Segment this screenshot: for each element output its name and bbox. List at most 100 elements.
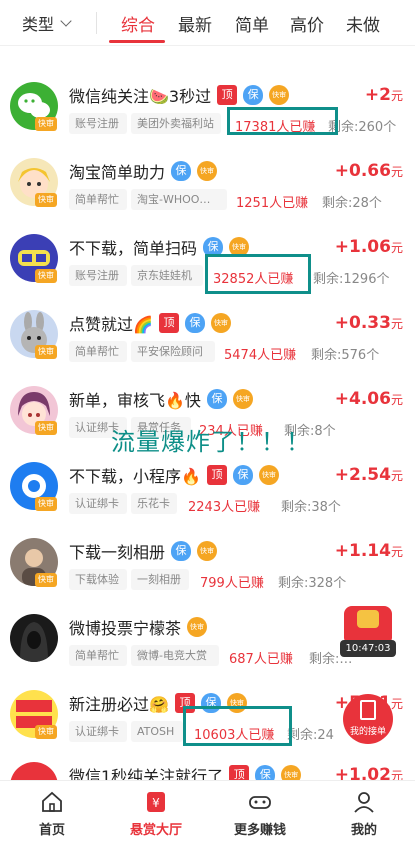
- merchant-tag: 一刻相册: [131, 569, 189, 590]
- price-unit: 元: [390, 469, 403, 483]
- type-filter-label: 类型: [22, 15, 55, 34]
- fast-review-tag: 快审: [35, 421, 57, 435]
- guarantee-badge: 保: [206, 389, 227, 409]
- tab-comprehensive[interactable]: 综合: [121, 11, 155, 36]
- active-tab-indicator: [109, 40, 165, 43]
- earned-count: 5474人已赚: [224, 348, 297, 363]
- price-unit: 元: [390, 393, 403, 407]
- merchant-tag: 微博-电竞大赏: [131, 645, 219, 666]
- reward-price: +1.06元: [335, 237, 403, 257]
- price-value: +1.06: [334, 237, 391, 257]
- top-badge: 顶: [206, 465, 227, 485]
- task-row[interactable]: 快审 下载一刻相册 保 快审 下载体验 一刻相册 799人已赚 剩余:328个 …: [0, 528, 415, 604]
- remaining-count: 剩余:24: [287, 728, 334, 743]
- reward-price: +1.14元: [335, 541, 403, 561]
- merchant-tag: 平安保险顾问: [131, 341, 215, 362]
- guarantee-badge: 保: [171, 161, 192, 181]
- task-title: 淘宝简单助力 保 快审: [69, 159, 218, 183]
- category-tag: 简单帮忙: [69, 341, 127, 362]
- fast-review-tag: 快审: [35, 193, 57, 207]
- coin-icon: [357, 610, 379, 628]
- guarantee-badge: 保: [232, 465, 253, 485]
- fast-review-badge: 快审: [210, 313, 231, 333]
- merchant-tag: ATOSH: [131, 721, 183, 742]
- fast-review-badge: 快审: [269, 85, 290, 105]
- merchant-tag: 乐花卡: [131, 493, 177, 514]
- price-value: +2.54: [334, 465, 391, 485]
- reward-price: +0.33元: [335, 313, 403, 333]
- nav-mine[interactable]: 我的: [312, 781, 415, 841]
- guarantee-badge: 保: [171, 541, 192, 561]
- nav-reward-hall[interactable]: ¥ 悬赏大厅: [104, 781, 208, 841]
- task-title: 点赞就过🌈 顶 保 快审: [69, 311, 231, 335]
- task-title: 不下载，小程序🔥 顶 保 快审: [69, 463, 279, 487]
- fast-review-tag: 快审: [35, 345, 57, 359]
- task-row[interactable]: 快审 微信纯关注🍉3秒过 顶 保 快审 账号注册 美团外卖福利站 17381人已…: [0, 72, 415, 148]
- task-title-text: 新单，审核飞🔥快: [69, 391, 201, 410]
- task-title-text: 微信纯关注🍉3秒过: [69, 87, 212, 106]
- home-icon: [42, 791, 62, 812]
- fast-review-badge: 快审: [232, 389, 253, 409]
- price-unit: 元: [390, 545, 403, 559]
- annotation-text: 流量爆炸了！！！: [111, 428, 311, 456]
- price-value: +1.14: [334, 541, 391, 561]
- task-title: 微博投票宁檬茶 快审: [69, 615, 208, 639]
- task-title-text: 点赞就过🌈: [69, 315, 153, 334]
- highlight-box: [227, 107, 338, 135]
- nav-reward-hall-label: 悬赏大厅: [129, 823, 182, 838]
- task-title-text: 新注册必过🤗: [69, 695, 169, 714]
- tab-high-price[interactable]: 高价: [290, 11, 324, 36]
- merchant-tag: 淘宝-WHOO…: [131, 189, 227, 210]
- task-title: 微信纯关注🍉3秒过 顶 保 快审: [69, 83, 290, 107]
- top-badge: 顶: [158, 313, 179, 333]
- chevron-down-icon: [60, 14, 72, 27]
- price-value: +0.33: [334, 313, 391, 333]
- fast-review-tag: 快审: [35, 269, 57, 283]
- task-row[interactable]: 快审 点赞就过🌈 顶 保 快审 简单帮忙 平安保险顾问 5474人已赚 剩余:5…: [0, 300, 415, 376]
- earned-count: 799人已赚: [200, 576, 264, 591]
- top-badge: 顶: [217, 85, 238, 105]
- price-value: +2: [364, 85, 391, 105]
- category-tag: 简单帮忙: [69, 645, 127, 666]
- fast-review-badge: 快审: [197, 161, 218, 181]
- svg-text:¥: ¥: [152, 796, 160, 810]
- reward-price: +0.66元: [335, 161, 403, 181]
- reward-price: +2元: [365, 85, 403, 105]
- tab-not-done[interactable]: 未做: [346, 11, 380, 36]
- my-orders-button[interactable]: 我的接单: [343, 694, 393, 744]
- task-title-text: 不下载，简单扫码: [69, 239, 198, 258]
- price-unit: 元: [390, 697, 403, 711]
- fast-review-tag: 快审: [35, 497, 57, 511]
- gamepad-icon: [249, 796, 271, 809]
- nav-home[interactable]: 首页: [0, 781, 104, 841]
- guarantee-badge: 保: [184, 313, 205, 333]
- merchant-tag: 京东娃娃机: [131, 265, 203, 286]
- highlight-box: [183, 706, 292, 746]
- tab-latest[interactable]: 最新: [178, 11, 212, 36]
- red-envelope-button[interactable]: 10:47:03: [340, 606, 396, 658]
- task-title-text: 不下载，小程序🔥: [69, 467, 201, 486]
- nav-more-earn[interactable]: 更多赚钱: [208, 781, 312, 841]
- reward-price: +4.06元: [335, 389, 403, 409]
- task-row[interactable]: 快审 淘宝简单助力 保 快审 简单帮忙 淘宝-WHOO… 1251人已赚 剩余:…: [0, 148, 415, 224]
- type-filter-button[interactable]: 类型: [22, 11, 72, 35]
- fast-review-tag: 快审: [35, 725, 57, 739]
- remaining-count: 剩余:260个: [328, 120, 397, 135]
- task-title-text: 下载一刻相册: [69, 543, 166, 562]
- tab-simple[interactable]: 简单: [235, 11, 269, 36]
- task-row[interactable]: 快审 不下载，小程序🔥 顶 保 快审 认证绑卡 乐花卡 2243人已赚 剩余:3…: [0, 452, 415, 528]
- merchant-tag: 美团外卖福利站: [131, 113, 221, 134]
- category-tag: 账号注册: [69, 113, 127, 134]
- fast-review-badge: 快审: [258, 465, 279, 485]
- nav-more-earn-label: 更多赚钱: [233, 823, 286, 838]
- fast-review-tag: 快审: [35, 117, 57, 131]
- remaining-count: 剩余:1296个: [313, 272, 390, 287]
- price-value: +0.66: [334, 161, 391, 181]
- hooded-figure-avatar: [10, 614, 58, 662]
- earned-count: 687人已赚: [229, 652, 293, 667]
- clipboard-icon: [360, 700, 376, 720]
- price-unit: 元: [390, 317, 403, 331]
- remaining-count: 剩余:28个: [322, 196, 382, 211]
- fast-review-badge: 快审: [187, 617, 208, 637]
- price-unit: 元: [390, 165, 403, 179]
